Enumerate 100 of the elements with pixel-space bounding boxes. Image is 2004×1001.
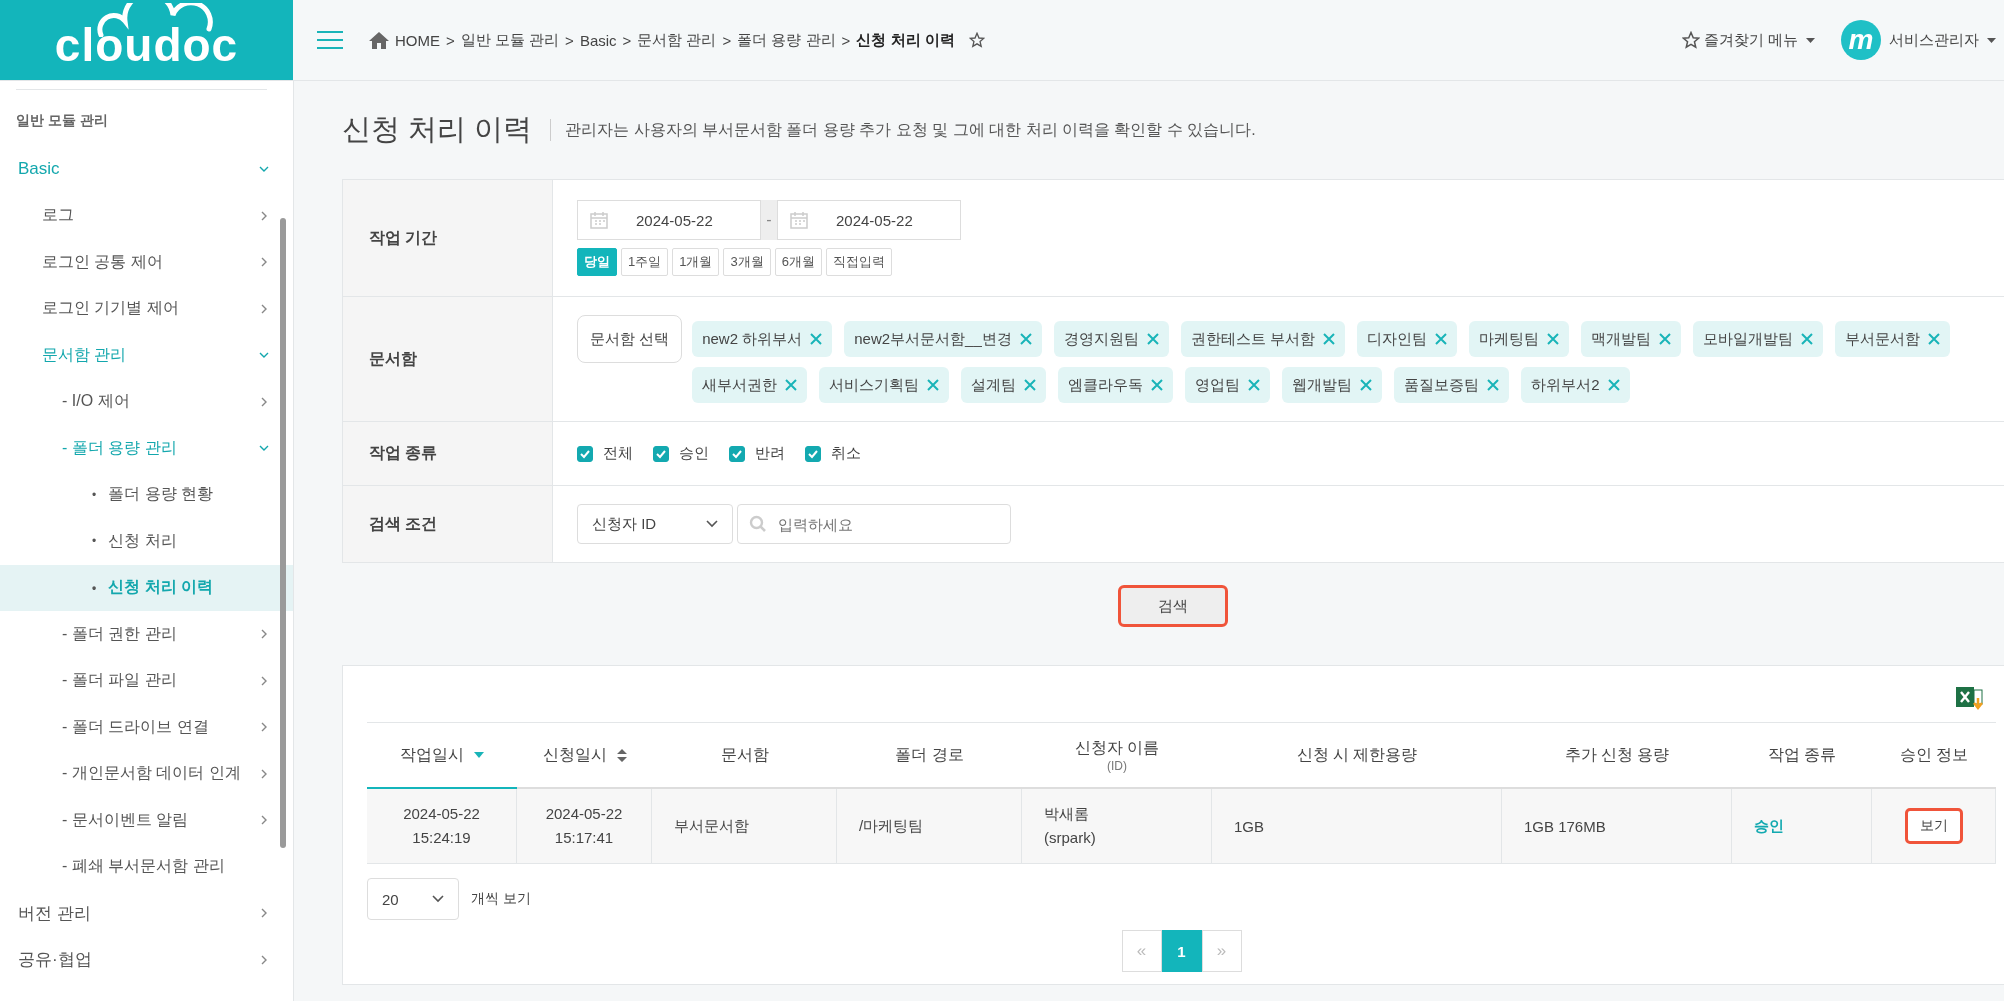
search-button[interactable]: 검색 — [1118, 585, 1228, 627]
table-cell: 1GB — [1234, 817, 1264, 835]
box-select-button[interactable]: 문서함 선택 — [577, 315, 683, 363]
calendar-icon — [590, 211, 608, 229]
chevron-down-icon — [432, 895, 444, 903]
caret-icon — [1987, 37, 1996, 43]
close-icon[interactable] — [1546, 333, 1559, 345]
sidebar-item[interactable]: - 문서이벤트 알림 — [0, 797, 293, 844]
checkbox-label: 취소 — [831, 444, 861, 463]
close-icon[interactable] — [1927, 333, 1940, 345]
page-description: 관리자는 사용자의 부서문서함 폴더 용량 추가 요청 및 그에 대한 처리 이력을 확인할 수 있습니다. — [565, 119, 1256, 140]
close-icon[interactable] — [1658, 333, 1671, 345]
tag-chip: 부서문서함 — [1834, 321, 1950, 357]
calendar-icon — [790, 211, 808, 229]
table-cell-text: 2024-05-22 15:24:19 — [403, 804, 480, 848]
caret-icon — [1806, 37, 1815, 43]
close-icon[interactable] — [785, 379, 798, 391]
user-menu-button[interactable]: 서비스관리자 — [1881, 30, 2004, 50]
checkbox[interactable] — [577, 445, 593, 462]
close-icon[interactable] — [1322, 333, 1335, 345]
close-icon[interactable] — [1019, 333, 1032, 345]
menu-icon[interactable] — [317, 30, 343, 50]
tag-chip: 설계팀 — [961, 367, 1047, 403]
date-field[interactable]: 2024-05-22 — [577, 200, 761, 240]
sidebar-item[interactable]: - 개인문서함 데이터 인계 — [0, 750, 293, 797]
date-field[interactable]: 2024-05-22 — [777, 200, 961, 240]
tag-chip: 웹개발팀 — [1282, 367, 1383, 403]
sidebar-item[interactable]: 로그인 공통 제어 — [0, 239, 293, 286]
close-icon[interactable] — [810, 333, 823, 345]
table-cell: /마케팅팀 — [859, 816, 924, 836]
period-button[interactable]: 직접입력 — [825, 248, 892, 276]
sidebar-item[interactable]: 공유·협업 — [0, 936, 293, 983]
star-icon[interactable] — [968, 32, 985, 48]
breadcrumb-separator: > — [565, 31, 574, 49]
tag-chip: 경영지원팀 — [1053, 321, 1169, 357]
filter-label: 문서함 — [343, 297, 553, 422]
filter-label: 작업 종류 — [343, 422, 553, 486]
excel-download-icon[interactable] — [1956, 684, 1986, 712]
sidebar-item[interactable]: - 폴더 파일 관리 — [0, 657, 293, 704]
scrollbar[interactable] — [280, 218, 286, 848]
period-button[interactable]: 1개월 — [672, 248, 720, 276]
chevron-down-icon — [706, 520, 718, 528]
table-cell: 부서문서함 — [674, 816, 749, 836]
condition-select[interactable]: 신청자 ID — [577, 504, 733, 544]
page-size-select[interactable]: 20 — [367, 878, 459, 920]
close-icon[interactable] — [1487, 379, 1500, 391]
search-icon — [749, 515, 767, 533]
close-icon[interactable] — [1800, 333, 1813, 345]
sidebar-item[interactable]: - 폴더 드라이브 연결 — [0, 704, 293, 751]
search-field[interactable]: 입력하세요 — [737, 504, 1011, 544]
period-button[interactable]: 3개월 — [723, 248, 771, 276]
page-size-label: 개씩 보기 — [471, 890, 531, 908]
breadcrumb-link[interactable]: 폴더 용량 관리 — [737, 30, 836, 50]
tag-chip: 품질보증팀 — [1394, 367, 1510, 403]
sidebar-item[interactable]: 로그인 기기별 제어 — [0, 285, 293, 332]
breadcrumb-link[interactable]: 일반 모듈 관리 — [460, 30, 560, 50]
tag-chip: 새부서권한 — [692, 367, 808, 403]
home-icon[interactable] — [369, 31, 389, 49]
tag-chip: 엠클라우독 — [1058, 367, 1174, 403]
close-icon[interactable] — [1024, 379, 1037, 391]
breadcrumb-link[interactable]: Basic — [579, 31, 617, 49]
close-icon[interactable] — [1434, 333, 1447, 345]
checkbox[interactable] — [729, 445, 745, 462]
sidebar-item[interactable]: 로그 — [0, 192, 293, 239]
sidebar-item[interactable]: • 폴더 용량 현황 — [0, 471, 293, 518]
breadcrumb-separator: > — [722, 31, 732, 49]
table-cell-text: 박새롬 (srpark) — [1044, 804, 1096, 848]
breadcrumb-current: 신청 처리 이력 — [856, 30, 955, 50]
sidebar-item[interactable]: • 신청 처리 — [0, 518, 293, 565]
table-cell-text: 2024-05-22 15:17:41 — [545, 804, 623, 848]
page-title: 신청 처리 이력 — [342, 112, 533, 147]
close-icon[interactable] — [1146, 333, 1159, 345]
checkbox[interactable] — [653, 445, 669, 462]
breadcrumb-link[interactable]: 문서함 관리 — [637, 30, 717, 50]
tag-chip: 영업팀 — [1185, 367, 1271, 403]
period-button[interactable]: 1주일 — [621, 248, 669, 276]
close-icon[interactable] — [1360, 379, 1373, 391]
sidebar-item[interactable]: • 신청 처리 이력 — [0, 564, 293, 611]
close-icon[interactable] — [927, 379, 940, 391]
view-button[interactable]: 보기 — [1904, 808, 1963, 844]
sidebar-item[interactable]: - 폐쇄 부서문서함 관리 — [0, 843, 293, 890]
close-icon[interactable] — [1607, 379, 1620, 391]
breadcrumb-link[interactable]: HOME — [395, 31, 440, 49]
period-button[interactable]: 6개월 — [774, 248, 822, 276]
status-text: 승인 — [1754, 816, 1784, 836]
checkbox-label: 반려 — [755, 444, 785, 463]
tag-chip: 맥개발팀 — [1580, 321, 1681, 357]
sort-icon[interactable] — [616, 748, 627, 762]
sidebar-item[interactable]: 버전 관리 — [0, 890, 293, 937]
close-icon[interactable] — [1248, 379, 1261, 391]
checkbox[interactable] — [805, 445, 821, 462]
close-icon[interactable] — [1151, 379, 1164, 391]
tag-chip: 마케팅팀 — [1468, 321, 1569, 357]
filter-label: 검색 조건 — [343, 486, 553, 562]
sort-down-icon[interactable] — [474, 752, 484, 758]
sidebar-item[interactable]: - 폴더 권한 관리 — [0, 611, 293, 658]
sidebar-item[interactable]: - I/O 제어 — [0, 378, 293, 425]
favorites-menu-button[interactable]: 즐겨찾기 메뉴 — [1673, 30, 1823, 50]
star-icon — [1681, 31, 1700, 49]
checkbox-label: 승인 — [679, 444, 709, 463]
